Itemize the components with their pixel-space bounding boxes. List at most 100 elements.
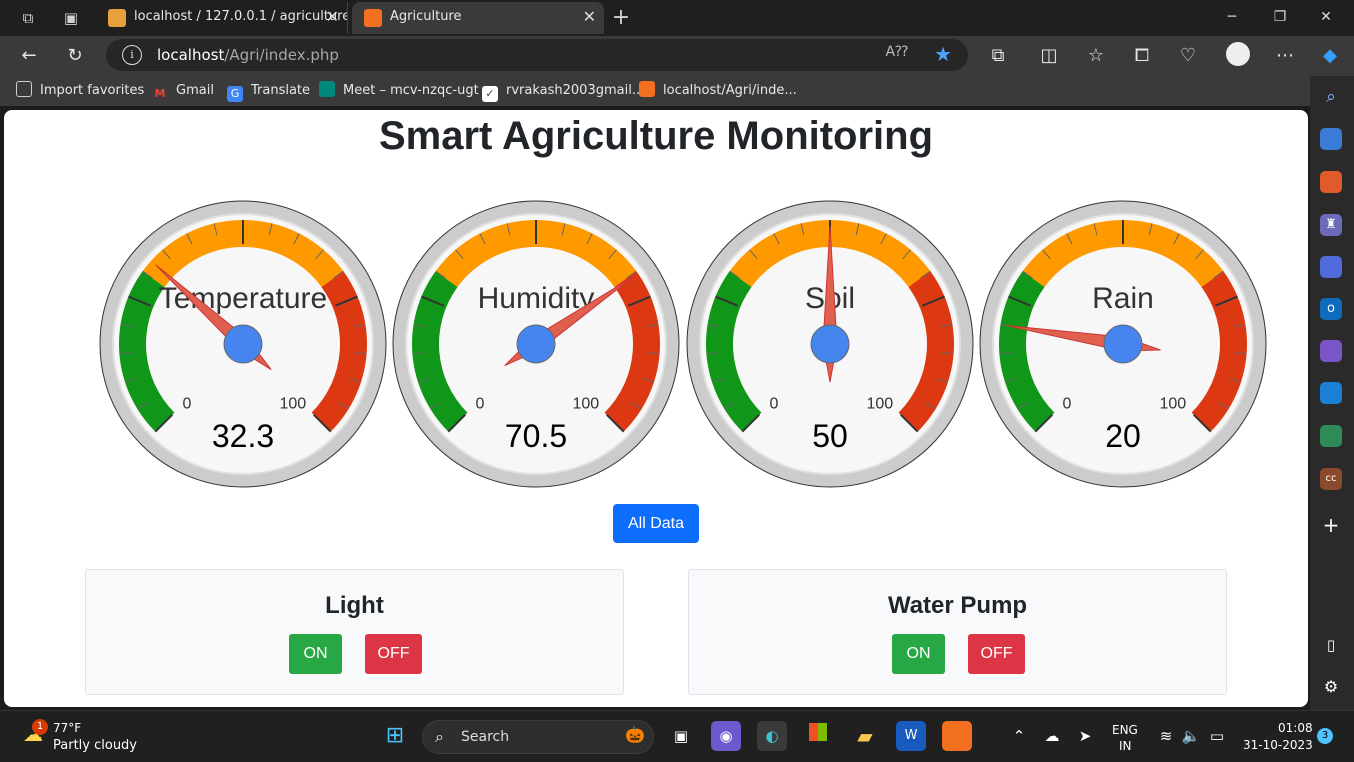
gauge-hub	[516, 324, 556, 364]
shopping-icon[interactable]	[1320, 128, 1342, 150]
tools-icon[interactable]	[1320, 171, 1342, 193]
favorite-import[interactable]: Import favorites	[16, 76, 144, 106]
add-icon[interactable]: +	[1320, 514, 1342, 536]
file-explorer-icon[interactable]: ▰	[850, 721, 880, 751]
gauge-value: 32.3	[212, 418, 274, 454]
checkmark-icon: ✓	[482, 86, 498, 102]
gauge-max-label: 100	[866, 395, 893, 412]
taskbar: ☁ 1 77°F Partly cloudy ⊞ ⌕ Search 🎃 ▣ ◉ …	[0, 710, 1354, 762]
halloween-pumpkin-icon: 🎃	[625, 725, 645, 744]
gauge-label: Humidity	[478, 282, 595, 315]
close-tab-icon[interactable]: ✕	[326, 2, 339, 32]
site-info-icon[interactable]: i	[122, 45, 142, 65]
gauge-min-label: 0	[1063, 395, 1072, 412]
clock-time[interactable]: 01:08	[1278, 721, 1313, 735]
extensions-icon[interactable]: ⧉	[983, 42, 1013, 70]
tab-agriculture[interactable]: Agriculture ✕	[352, 2, 604, 34]
store-icon[interactable]	[803, 721, 833, 751]
notification-badge[interactable]: 3	[1317, 728, 1333, 744]
gauge-humidity: Humidity 0 100 70.5	[392, 200, 680, 488]
microsoft365-icon[interactable]	[1320, 256, 1342, 278]
browser-essentials-icon[interactable]: ♡	[1173, 42, 1203, 70]
read-aloud-icon[interactable]: A⁇	[886, 44, 908, 60]
refresh-icon[interactable]: ↻	[60, 42, 90, 70]
search-icon[interactable]: ⌕	[1320, 86, 1342, 108]
edge-sidebar: ⌕ ♜ o cc + ▯ ⚙	[1310, 76, 1354, 710]
water-pump-on-button[interactable]: ON	[892, 634, 945, 674]
tab-strip: ⧉ ▣ localhost / 127.0.0.1 / agriculture …	[0, 0, 1354, 36]
collections-icon[interactable]: ⧠	[1127, 42, 1157, 70]
gauge-hub	[810, 324, 850, 364]
split-screen-icon[interactable]: ◫	[1034, 42, 1064, 70]
games-icon[interactable]: ♜	[1320, 214, 1342, 236]
windows-start-icon[interactable]: ⊞	[380, 721, 410, 751]
tab-actions-icon[interactable]: ▣	[59, 6, 83, 30]
weather-temp[interactable]: 77°F	[53, 721, 81, 735]
water-pump-title: Water Pump	[887, 592, 1028, 619]
copilot-icon[interactable]: ◆	[1315, 42, 1345, 70]
url-text[interactable]: localhost/Agri/index.php	[157, 39, 339, 71]
xampp-icon	[364, 9, 382, 27]
clock-date[interactable]: 31-10-2023	[1243, 738, 1313, 752]
favorite-gmail-account[interactable]: ✓ rvrakash2003gmail...	[482, 76, 644, 106]
close-tab-icon[interactable]: ✕	[583, 2, 596, 32]
word-icon[interactable]: W	[896, 721, 926, 751]
cc-icon[interactable]: cc	[1320, 468, 1342, 490]
workspaces-icon[interactable]: ⧉	[16, 6, 40, 30]
chevron-up-icon[interactable]: ⌃	[1004, 721, 1034, 751]
favorite-translate[interactable]: G Translate	[227, 76, 310, 106]
favorites-icon[interactable]: ☆	[1081, 42, 1111, 70]
address-bar[interactable]: i localhost/Agri/index.php A⁇ ★	[106, 39, 968, 71]
restore-icon[interactable]: ❐	[1260, 4, 1300, 30]
close-window-icon[interactable]: ✕	[1306, 4, 1346, 30]
battery-icon[interactable]: ▭	[1202, 721, 1232, 751]
translate-icon: G	[227, 86, 243, 102]
sidebar-toggle-icon[interactable]: ▯	[1320, 634, 1342, 656]
language-region[interactable]: IN	[1119, 739, 1132, 753]
gauge-min-label: 0	[476, 395, 485, 412]
gauge-value: 20	[1105, 418, 1141, 454]
designer-icon[interactable]	[1320, 340, 1342, 362]
weather-desc[interactable]: Partly cloudy	[53, 738, 137, 753]
tree-icon[interactable]	[1320, 425, 1342, 447]
gauge-label: Temperature	[159, 282, 327, 315]
task-view-icon[interactable]: ▣	[666, 721, 696, 751]
outlook-icon[interactable]: o	[1320, 298, 1342, 320]
language-code[interactable]: ENG	[1112, 723, 1138, 737]
gauge-hub	[1103, 324, 1143, 364]
favorite-gmail[interactable]: M Gmail	[152, 76, 214, 106]
new-tab-icon[interactable]: +	[609, 6, 633, 30]
web-page: Smart Agriculture Monitoring Temperature…	[4, 110, 1308, 707]
edge-icon[interactable]: ◐	[757, 721, 787, 751]
tab-title: Agriculture	[390, 9, 462, 24]
minimize-icon[interactable]: ─	[1212, 4, 1252, 30]
water-pump-control-card: Water Pump ON OFF	[688, 569, 1227, 695]
teams-chat-icon[interactable]: ◉	[711, 721, 741, 751]
gauge-hub	[223, 324, 263, 364]
light-control-card: Light ON OFF	[85, 569, 624, 695]
send-icon[interactable]	[1320, 382, 1342, 404]
onedrive-icon[interactable]: ☁	[1037, 721, 1067, 751]
xampp-taskbar-icon[interactable]	[942, 721, 972, 751]
water-pump-off-button[interactable]: OFF	[968, 634, 1025, 674]
all-data-button[interactable]: All Data	[613, 504, 699, 543]
profile-avatar[interactable]	[1223, 42, 1253, 70]
tab-phpmyadmin[interactable]: localhost / 127.0.0.1 / agriculture ✕	[96, 2, 348, 34]
light-title: Light	[325, 592, 384, 619]
gauge-rain: Rain 0 100 20	[979, 200, 1267, 488]
gauge-max-label: 100	[279, 395, 306, 412]
light-off-button[interactable]: OFF	[365, 634, 422, 674]
gauge-min-label: 0	[183, 395, 192, 412]
weather-badge: 1	[32, 719, 48, 735]
favorite-star-icon[interactable]: ★	[934, 42, 952, 66]
gauge-soil: Soil010050	[686, 200, 974, 488]
location-icon[interactable]: ➤	[1070, 721, 1100, 751]
settings-gear-icon[interactable]: ⚙	[1320, 676, 1342, 698]
light-on-button[interactable]: ON	[289, 634, 342, 674]
more-options-icon[interactable]: ⋯	[1270, 42, 1300, 70]
favorite-localhost[interactable]: localhost/Agri/inde...	[639, 76, 797, 106]
back-icon[interactable]: ←	[14, 42, 44, 70]
favorite-meet[interactable]: Meet – mcv-nzqc-ugt	[319, 76, 479, 106]
taskbar-search[interactable]: ⌕ Search 🎃	[422, 720, 654, 754]
gauge-temperature: Temperature 0 100 32.3	[99, 200, 387, 488]
